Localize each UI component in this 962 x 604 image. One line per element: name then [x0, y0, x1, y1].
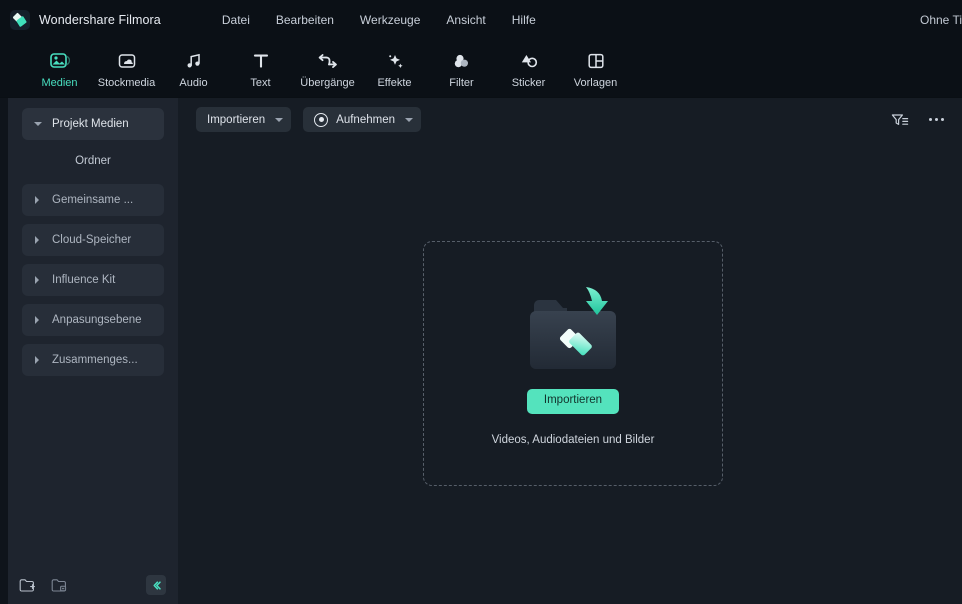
- chevron-right-icon: [34, 316, 42, 324]
- ribbon-tab-effekte[interactable]: Effekte: [361, 49, 428, 89]
- sidebar-item-label: Gemeinsame ...: [52, 194, 134, 206]
- ribbon-tab-uebergaenge[interactable]: Übergänge: [294, 49, 361, 89]
- sidebar-item-anpasungsebene[interactable]: Anpasungsebene: [22, 304, 164, 336]
- chevron-right-icon: [34, 196, 42, 204]
- transition-arrows-icon: [317, 51, 339, 72]
- ribbon-label: Stockmedia: [97, 76, 156, 89]
- dropzone-caption: Videos, Audiodateien und Bilder: [491, 433, 655, 446]
- ribbon-tab-audio[interactable]: Audio: [160, 49, 227, 89]
- menu-bar: Datei Bearbeiten Werkzeuge Ansicht Hilfe: [209, 7, 549, 33]
- chevron-down-icon: [34, 120, 42, 128]
- ribbon-tab-sticker[interactable]: Sticker: [495, 49, 562, 89]
- sidebar-item-influence-kit[interactable]: Influence Kit: [22, 264, 164, 296]
- cloud-folder-icon: [117, 51, 137, 72]
- chevron-down-icon: [405, 117, 413, 122]
- menu-item-ansicht[interactable]: Ansicht: [433, 7, 498, 33]
- app-name: Wondershare Filmora: [39, 13, 161, 27]
- record-dot-icon: [314, 112, 329, 127]
- ribbon-label: Filter: [449, 76, 474, 89]
- new-folder-icon[interactable]: [18, 576, 36, 594]
- ribbon-label: Sticker: [511, 76, 546, 89]
- record-dropdown-button[interactable]: Aufnehmen: [303, 107, 421, 132]
- music-note-icon: [184, 51, 204, 72]
- filmora-window: Wondershare Filmora Datei Bearbeiten Wer…: [0, 0, 962, 604]
- ribbon-tab-stockmedia[interactable]: Stockmedia: [93, 49, 160, 89]
- menu-item-datei[interactable]: Datei: [209, 7, 263, 33]
- template-grid-icon: [586, 51, 606, 72]
- dropzone-import-button[interactable]: Importieren: [526, 389, 620, 414]
- ribbon-tab-text[interactable]: Text: [227, 49, 294, 89]
- workspace: Projekt Medien Ordner Gemeinsame ... Clo…: [0, 98, 962, 604]
- ribbon-label: Audio: [179, 76, 208, 89]
- ribbon-label: Vorlagen: [573, 76, 618, 89]
- chevron-down-icon: [275, 117, 284, 122]
- media-image-icon: [49, 51, 70, 72]
- magic-wand-icon: [385, 51, 405, 72]
- media-toolbar: Importieren Aufnehmen: [178, 98, 962, 141]
- collapse-left-chevron-icon: [152, 580, 161, 590]
- media-panel: Importieren Aufnehmen Importieren Videos…: [178, 98, 962, 604]
- ribbon-tab-vorlagen[interactable]: Vorlagen: [562, 49, 629, 89]
- sticker-shapes-icon: [519, 51, 539, 72]
- menu-item-bearbeiten[interactable]: Bearbeiten: [263, 7, 347, 33]
- sidebar-item-projekt-medien[interactable]: Projekt Medien: [22, 108, 164, 140]
- ribbon-label: Effekte: [377, 76, 412, 89]
- media-sidebar: Projekt Medien Ordner Gemeinsame ... Clo…: [8, 98, 178, 604]
- color-circles-icon: [452, 51, 472, 72]
- sidebar-item-gemeinsame[interactable]: Gemeinsame ...: [22, 184, 164, 216]
- title-bar: Wondershare Filmora Datei Bearbeiten Wer…: [0, 0, 962, 40]
- sidebar-list: Projekt Medien Ordner Gemeinsame ... Clo…: [8, 98, 178, 566]
- text-t-icon: [251, 51, 271, 72]
- more-options-icon[interactable]: [924, 108, 948, 132]
- media-stage: Importieren Videos, Audiodateien und Bil…: [178, 141, 962, 604]
- chevron-right-icon: [34, 356, 42, 364]
- sidebar-item-label: Projekt Medien: [52, 118, 129, 130]
- menu-item-hilfe[interactable]: Hilfe: [499, 7, 549, 33]
- ribbon-tab-filter[interactable]: Filter: [428, 49, 495, 89]
- sidebar-subheading: Ordner: [75, 155, 111, 167]
- collapse-sidebar-button[interactable]: [146, 575, 166, 595]
- document-title: Ohne Ti: [920, 13, 962, 27]
- filter-sort-icon[interactable]: [888, 108, 912, 132]
- sidebar-item-zusammengesetzte[interactable]: Zusammenges...: [22, 344, 164, 376]
- record-label: Aufnehmen: [336, 113, 395, 126]
- chevron-right-icon: [34, 236, 42, 244]
- folder-download-icon: [518, 277, 628, 377]
- ribbon-label: Übergänge: [300, 76, 355, 89]
- module-ribbon: Medien Stockmedia Audio Text Übergänge E…: [0, 40, 962, 98]
- ribbon-tab-medien[interactable]: Medien: [26, 49, 93, 89]
- sidebar-item-label: Anpasungsebene: [52, 314, 142, 326]
- import-label: Importieren: [207, 113, 266, 126]
- app-brand: Wondershare Filmora: [0, 10, 161, 30]
- ribbon-label: Medien: [41, 76, 78, 89]
- menu-item-werkzeuge[interactable]: Werkzeuge: [347, 7, 433, 33]
- sidebar-item-label: Influence Kit: [52, 274, 116, 286]
- ribbon-label: Text: [250, 76, 271, 89]
- sidebar-item-label: Zusammenges...: [52, 354, 138, 366]
- folder-settings-icon[interactable]: [50, 576, 68, 594]
- import-dropdown-button[interactable]: Importieren: [196, 107, 292, 132]
- sidebar-item-label: Cloud-Speicher: [52, 234, 132, 246]
- import-dropzone[interactable]: Importieren Videos, Audiodateien und Bil…: [423, 241, 723, 486]
- filmora-diamond-logo-icon: [10, 10, 30, 30]
- sidebar-footer: [8, 566, 178, 604]
- sidebar-item-cloud-speicher[interactable]: Cloud-Speicher: [22, 224, 164, 256]
- chevron-right-icon: [34, 276, 42, 284]
